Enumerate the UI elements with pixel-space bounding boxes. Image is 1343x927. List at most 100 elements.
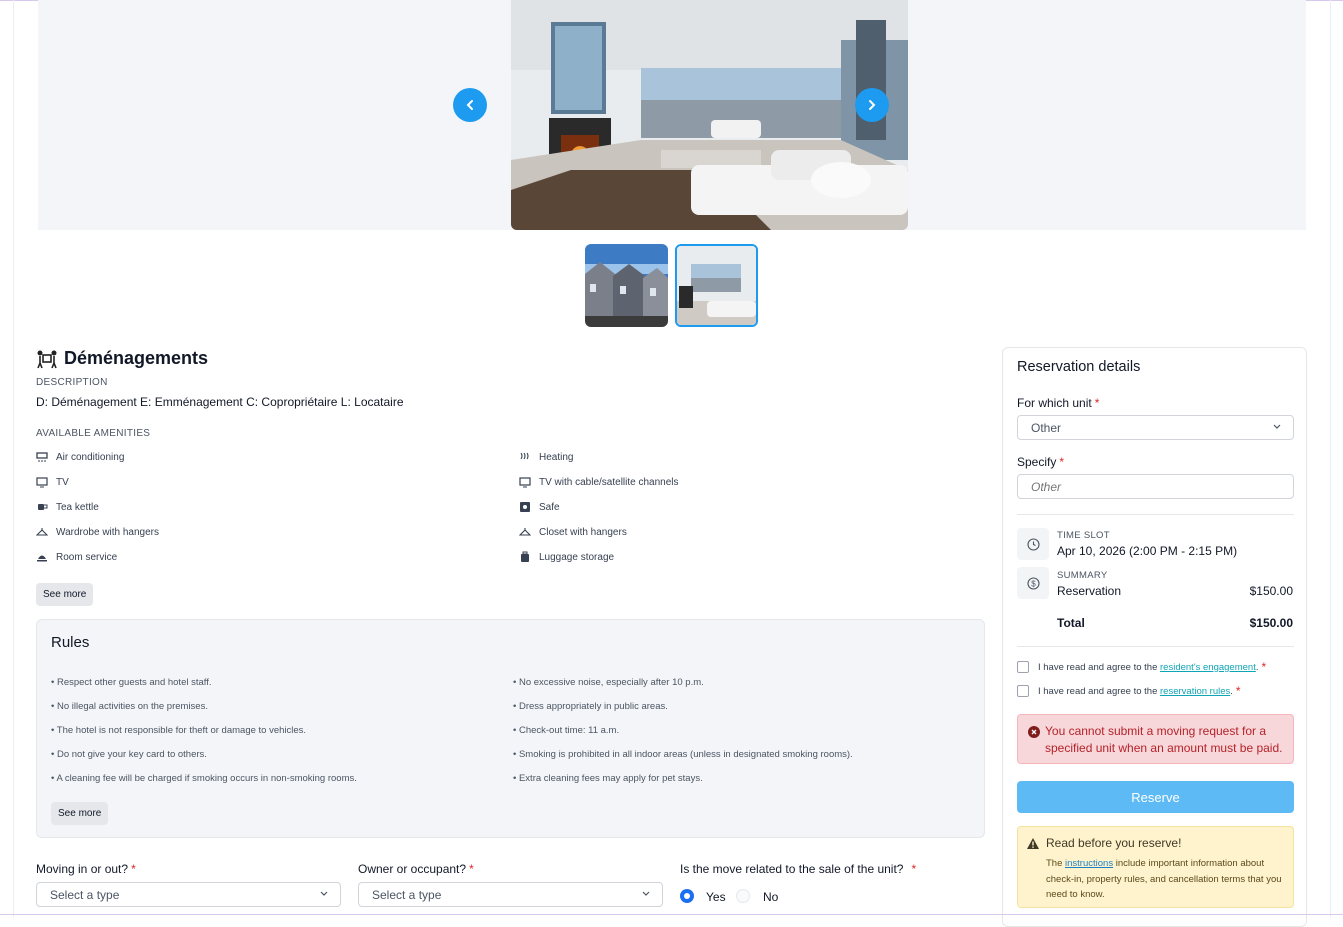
moving-type-placeholder: Select a type <box>50 888 120 902</box>
summary-icon-box: $ <box>1017 567 1049 599</box>
chevron-down-icon <box>642 891 650 896</box>
rules-title: Rules <box>51 634 90 651</box>
owner-type-select[interactable]: Select a type <box>358 882 663 907</box>
summary-label: SUMMARY <box>1057 570 1108 581</box>
dollar-icon: $ <box>1026 576 1040 590</box>
amenity-label: TV <box>56 476 69 488</box>
divider <box>1017 514 1294 515</box>
amenity-label: Safe <box>539 501 560 513</box>
description-text: D: Déménagement E: Emménagement C: Copro… <box>36 395 404 409</box>
service-title: Déménagements <box>64 348 209 368</box>
main-photo <box>511 0 908 230</box>
notice-body: The instructions include important infor… <box>1046 858 1282 900</box>
reserve-button[interactable]: Reserve <box>1017 781 1294 813</box>
gallery-next-button[interactable] <box>855 88 889 122</box>
rule-item: • Extra cleaning fees may apply for pet … <box>513 773 703 784</box>
amenities-see-more-button[interactable]: See more <box>36 583 94 606</box>
reservation-rules-link[interactable]: reservation rules <box>1160 686 1230 697</box>
amenity-item: TV with cable/satellite channels <box>519 476 679 488</box>
room-service-icon <box>37 555 47 562</box>
amenity-label: Heating <box>539 451 574 463</box>
reservation-card: Reservation details For which unit * Othe… <box>1002 347 1307 927</box>
rule-item: • The hotel is not responsible for theft… <box>51 725 307 736</box>
tea-kettle-icon <box>38 504 48 510</box>
unit-label: For which unit * <box>1017 396 1100 410</box>
description-label: DESCRIPTION <box>36 377 108 388</box>
rule-item: • Check-out time: 11 a.m. <box>513 725 620 736</box>
amenity-label: Tea kettle <box>56 501 99 513</box>
heating-icon <box>520 452 529 460</box>
rule-item: • Smoking is prohibited in all indoor ar… <box>513 749 853 760</box>
instructions-notice: Read before you reserve! The instruction… <box>1017 826 1294 908</box>
time-slot-value: Apr 10, 2026 (2:00 PM - 2:15 PM) <box>1057 544 1238 558</box>
agree-text: I have read and agree to the <box>1038 685 1158 697</box>
agree-text: I have read and agree to the <box>1038 661 1158 673</box>
chevron-down-icon <box>320 891 328 896</box>
townhouses-photo <box>585 244 668 327</box>
moving-label: Moving in or out? * <box>36 862 136 876</box>
bottom-border <box>0 914 1343 915</box>
error-alert: You cannot submit a moving request for a… <box>1017 714 1294 764</box>
amenity-label: Air conditioning <box>56 451 125 463</box>
rules-see-more-button[interactable]: See more <box>51 802 109 825</box>
engagement-agreement-row: I have read and agree to the resident's … <box>1017 660 1266 674</box>
clock-icon <box>1026 537 1040 551</box>
chevron-left-icon <box>466 100 473 110</box>
hanger-icon <box>36 528 48 536</box>
sale-yes-label: Yes <box>706 890 726 904</box>
specify-input[interactable] <box>1017 474 1294 499</box>
sale-label: Is the move related to the sale of the u… <box>680 862 917 876</box>
rule-item: • Dress appropriately in public areas. <box>513 701 668 712</box>
living-room-thumbnail <box>677 246 756 325</box>
air-conditioning-icon <box>36 452 48 462</box>
gallery-prev-button[interactable] <box>453 88 487 122</box>
safe-icon <box>520 502 530 512</box>
reservation-title: Reservation details <box>1017 359 1141 375</box>
unit-select-value: Other <box>1031 421 1062 435</box>
moving-type-select[interactable]: Select a type <box>36 882 341 907</box>
owner-label: Owner or occupant? * <box>358 862 474 876</box>
rule-item: • A cleaning fee will be charged if smok… <box>51 773 357 784</box>
engagement-link[interactable]: resident's engagement <box>1160 662 1256 673</box>
divider <box>1017 646 1294 647</box>
tv-icon <box>36 477 48 488</box>
amenity-label: TV with cable/satellite channels <box>539 476 679 488</box>
rule-item: • No illegal activities on the premises. <box>51 701 208 712</box>
image-gallery <box>38 0 1306 230</box>
warning-icon <box>1027 838 1039 849</box>
total-amount: $150.00 <box>1249 616 1293 630</box>
chevron-down-icon <box>1273 424 1281 429</box>
engagement-checkbox[interactable] <box>1017 661 1029 673</box>
amenity-item: Closet with hangers <box>519 526 627 538</box>
instructions-link[interactable]: instructions <box>1065 858 1113 869</box>
rule-item: • Do not give your key card to others. <box>51 749 207 760</box>
amenity-item: Air conditioning <box>36 451 124 463</box>
luggage-icon <box>521 551 529 562</box>
rule-item: • Respect other guests and hotel staff. <box>51 677 212 688</box>
error-text: You cannot submit a moving request for a… <box>1045 724 1283 755</box>
thumbnail-townhouses[interactable] <box>585 244 668 327</box>
rules-panel: Rules • Respect other guests and hotel s… <box>36 619 985 838</box>
amenities-label: AVAILABLE AMENITIES <box>36 428 151 439</box>
rule-item: • No excessive noise, especially after 1… <box>513 677 704 688</box>
thumbnail-living-room[interactable] <box>675 244 758 327</box>
amenity-item: Wardrobe with hangers <box>36 526 159 538</box>
living-room-photo <box>511 0 908 230</box>
movers-icon <box>37 350 57 368</box>
amenity-label: Luggage storage <box>539 551 615 563</box>
specify-label: Specify * <box>1017 455 1065 469</box>
amenity-label: Closet with hangers <box>539 526 627 538</box>
amenity-item: Luggage storage <box>519 551 614 563</box>
amenity-label: Wardrobe with hangers <box>56 526 160 538</box>
sale-yes-radio[interactable] <box>680 889 694 903</box>
service-title-row: Déménagements <box>36 348 208 369</box>
amenity-item: Tea kettle <box>36 501 99 513</box>
sale-no-radio[interactable] <box>736 889 750 903</box>
hanger-icon <box>519 528 531 536</box>
amenity-item: Room service <box>36 551 117 563</box>
unit-select[interactable]: Other <box>1017 415 1294 440</box>
time-slot-label: TIME SLOT <box>1057 530 1110 541</box>
rules-checkbox[interactable] <box>1017 685 1029 697</box>
chevron-right-icon <box>869 100 876 110</box>
sale-no-label: No <box>763 890 779 904</box>
